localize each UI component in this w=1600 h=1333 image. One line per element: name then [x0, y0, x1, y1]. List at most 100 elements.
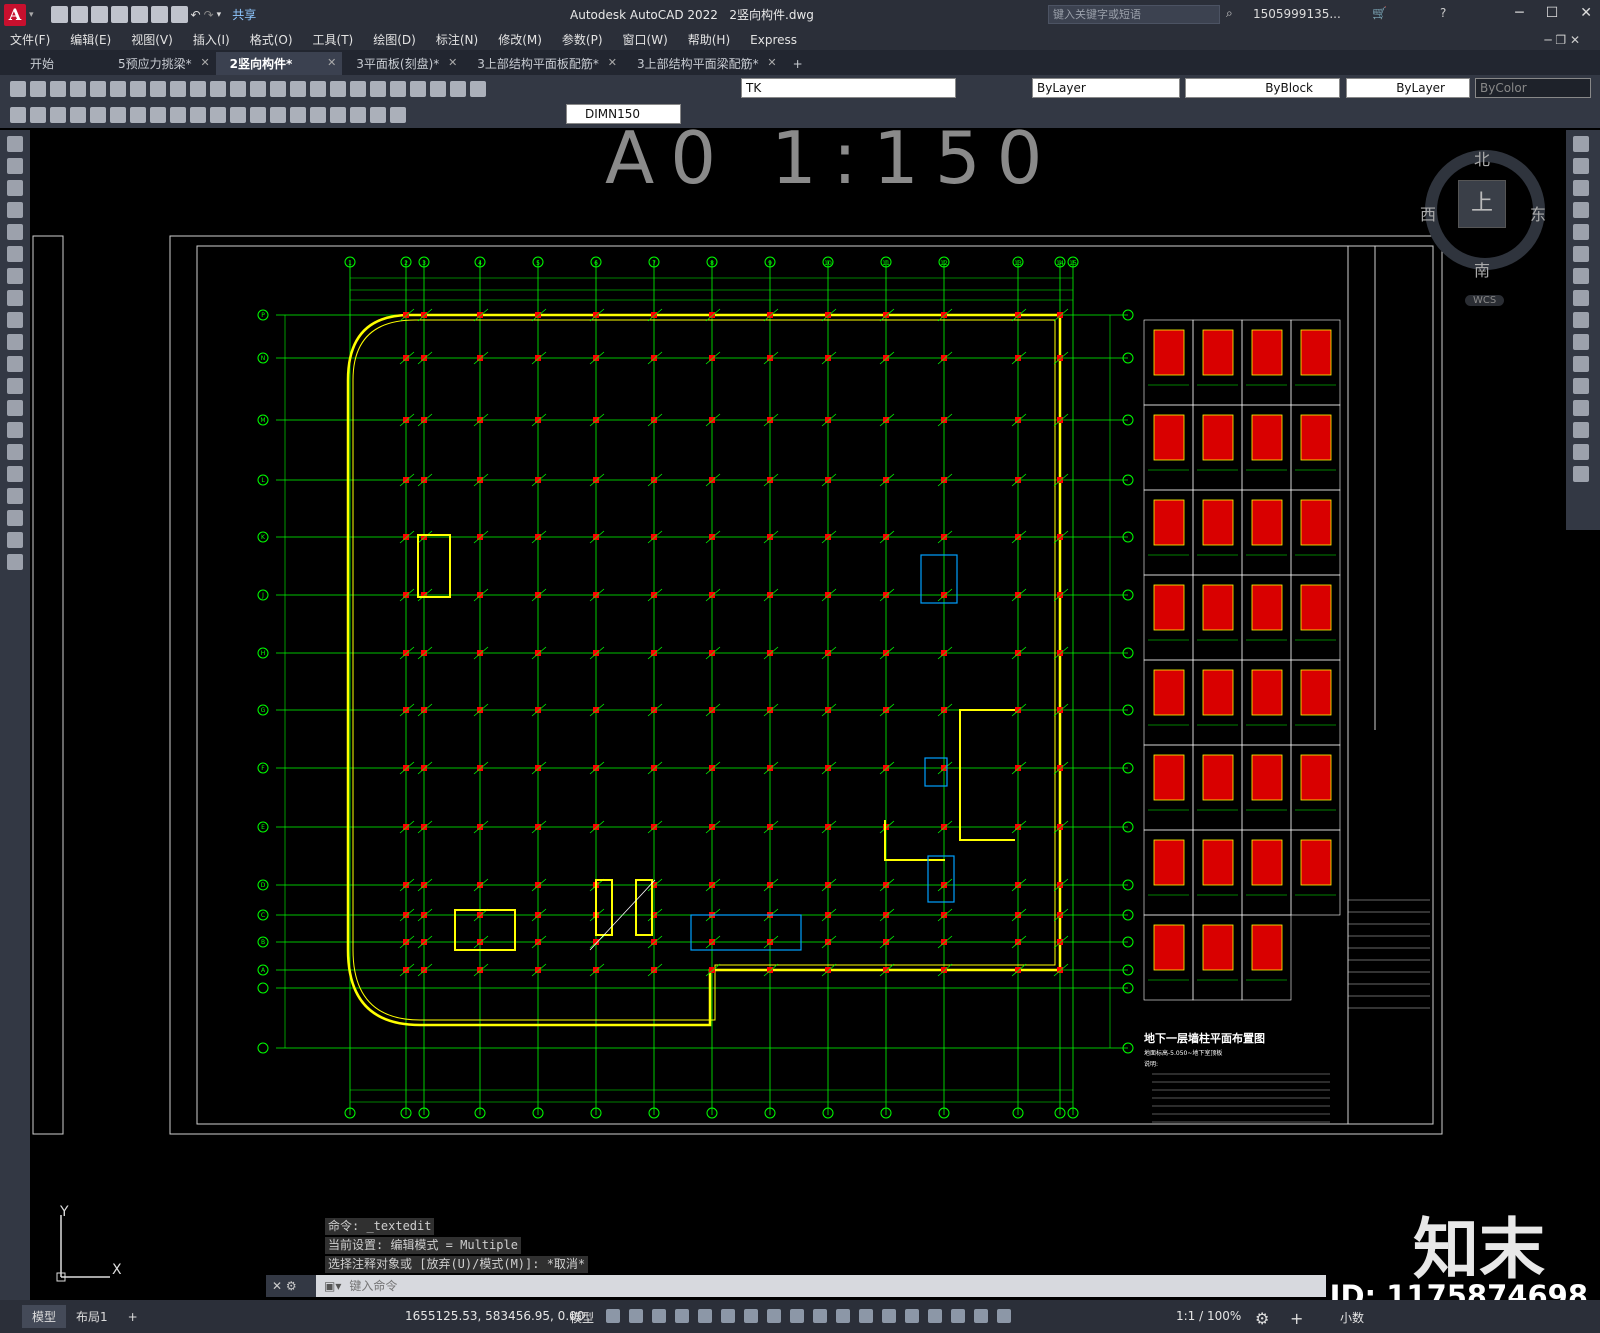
app-menu-arrow-icon[interactable]: ▾ — [29, 10, 34, 20]
polygon-icon[interactable] — [7, 202, 23, 218]
dynamic-ucs-icon[interactable] — [905, 1309, 919, 1323]
dim-diameter-icon[interactable] — [130, 106, 146, 123]
close-tab-icon[interactable]: ✕ — [608, 56, 617, 69]
object-snap-tracking-icon[interactable] — [767, 1309, 781, 1323]
new-tab-button[interactable]: + — [783, 52, 813, 75]
tab-file-3[interactable]: 3平面板(刻盘)* ✕ — [342, 52, 463, 75]
join-icon[interactable] — [1573, 400, 1589, 416]
arc-icon[interactable] — [7, 246, 23, 262]
snap-icon[interactable] — [629, 1309, 643, 1323]
ellipse-icon[interactable] — [7, 334, 23, 350]
menu-parametric[interactable]: 参数(P) — [552, 31, 613, 48]
point-icon[interactable] — [7, 422, 23, 438]
circle-icon[interactable] — [7, 268, 23, 284]
line-icon[interactable] — [7, 136, 23, 152]
close-tab-icon[interactable]: ✕ — [448, 56, 457, 69]
rotate-icon[interactable] — [1573, 268, 1589, 284]
cut-icon[interactable] — [130, 80, 146, 97]
design-center-icon[interactable] — [350, 80, 366, 97]
mtext-icon[interactable] — [7, 532, 23, 548]
command-close-icon[interactable]: ✕ ⚙ — [266, 1275, 316, 1297]
gizmo-icon[interactable] — [951, 1309, 965, 1323]
zoom-realtime-icon[interactable] — [270, 80, 286, 97]
save-icon[interactable] — [90, 6, 108, 23]
doc-window-controls-icon[interactable]: ─ ❐ ✕ — [1534, 33, 1590, 47]
undo-icon[interactable] — [210, 80, 226, 97]
command-input[interactable] — [349, 1279, 1250, 1293]
undo-icon[interactable]: ↶ — [191, 8, 201, 22]
menu-help[interactable]: 帮助(H) — [678, 31, 740, 48]
new-icon[interactable] — [10, 80, 26, 97]
plotstyle-dropdown[interactable]: ByColor — [1475, 78, 1591, 98]
ortho-icon[interactable] — [698, 1309, 712, 1323]
paste-icon[interactable] — [170, 80, 186, 97]
menu-insert[interactable]: 插入(I) — [183, 31, 240, 48]
tab-file-5[interactable]: 3上部结构平面梁配筋* ✕ — [623, 52, 783, 75]
3d-osnap-icon[interactable] — [882, 1309, 896, 1323]
compass-east[interactable]: 东 — [1530, 201, 1546, 225]
isodraft-icon[interactable] — [744, 1309, 758, 1323]
dim-angular-icon[interactable] — [150, 106, 166, 123]
dynamic-input-icon[interactable] — [675, 1309, 689, 1323]
layer-dropdown[interactable]: TK — [741, 78, 956, 98]
chamfer-icon[interactable] — [1573, 422, 1589, 438]
selection-cycling-icon[interactable] — [859, 1309, 873, 1323]
auto-scale-icon[interactable] — [997, 1309, 1011, 1323]
redo-icon[interactable] — [230, 80, 246, 97]
help-icon[interactable] — [450, 80, 466, 97]
dim-ordinate-icon[interactable] — [70, 106, 86, 123]
close-tab-icon[interactable]: ✕ — [200, 56, 209, 69]
tab-layout1[interactable]: 布局1 — [66, 1305, 118, 1328]
region-icon[interactable] — [7, 488, 23, 504]
make-block-icon[interactable] — [7, 400, 23, 416]
explode-icon[interactable] — [1573, 466, 1589, 482]
dim-radius-icon[interactable] — [90, 106, 106, 123]
quick-dim-icon[interactable] — [170, 106, 186, 123]
break-icon[interactable] — [1573, 378, 1589, 394]
markup-icon[interactable] — [410, 80, 426, 97]
open-web-icon[interactable] — [130, 6, 148, 23]
dim-baseline-icon[interactable] — [190, 106, 206, 123]
dim-break-icon[interactable] — [250, 106, 266, 123]
dim-space-icon[interactable] — [230, 106, 246, 123]
insert-block-icon[interactable] — [7, 378, 23, 394]
compass-west[interactable]: 西 — [1420, 201, 1436, 225]
stretch-icon[interactable] — [1573, 312, 1589, 328]
copy-icon[interactable] — [150, 80, 166, 97]
properties-icon[interactable] — [330, 80, 346, 97]
extend-icon[interactable] — [1573, 356, 1589, 372]
dim-linear-icon[interactable] — [10, 106, 26, 123]
sheet-set-icon[interactable] — [390, 80, 406, 97]
construction-line-icon[interactable] — [7, 158, 23, 174]
scale-icon[interactable] — [1573, 290, 1589, 306]
model-space-button[interactable]: 模型 — [570, 1309, 594, 1326]
quickcalc-icon[interactable] — [430, 80, 446, 97]
annotation-visibility-icon[interactable] — [974, 1309, 988, 1323]
user-account[interactable]: 1505999135... — [1253, 7, 1341, 21]
infer-icon[interactable] — [652, 1309, 666, 1323]
close-icon[interactable]: ✕ — [1580, 5, 1592, 21]
open-file-icon[interactable] — [70, 6, 88, 23]
close-tab-icon[interactable]: ✕ — [767, 56, 776, 69]
linetype-dropdown[interactable]: ByBlock — [1185, 78, 1340, 98]
mirror-icon[interactable] — [1573, 180, 1589, 196]
jogged-linear-icon[interactable] — [330, 106, 346, 123]
maximize-icon[interactable]: ☐ — [1546, 5, 1559, 21]
menu-format[interactable]: 格式(O) — [240, 31, 303, 48]
transparency-icon[interactable] — [836, 1309, 850, 1323]
selection-filter-icon[interactable] — [928, 1309, 942, 1323]
tab-model[interactable]: 模型 — [22, 1305, 67, 1328]
save-icon[interactable] — [50, 80, 66, 97]
dim-aligned-icon[interactable] — [30, 106, 46, 123]
tab-file-4[interactable]: 3上部结构平面板配筋* ✕ — [463, 52, 623, 75]
command-recent-icon[interactable]: ▣▾ — [316, 1279, 349, 1293]
minimize-icon[interactable]: ─ — [1515, 5, 1523, 21]
dim-update-icon[interactable] — [390, 106, 406, 123]
tab-start[interactable]: 开始 — [0, 52, 104, 75]
cart-icon[interactable]: 🛒 — [1372, 6, 1387, 20]
units-display[interactable]: 小数 — [1340, 1309, 1364, 1326]
new-layout-button[interactable]: + — [118, 1307, 148, 1327]
annotation-monitor-icon[interactable]: + — [1290, 1309, 1303, 1328]
tool-palettes-icon[interactable] — [370, 80, 386, 97]
rectangle-icon[interactable] — [7, 224, 23, 240]
